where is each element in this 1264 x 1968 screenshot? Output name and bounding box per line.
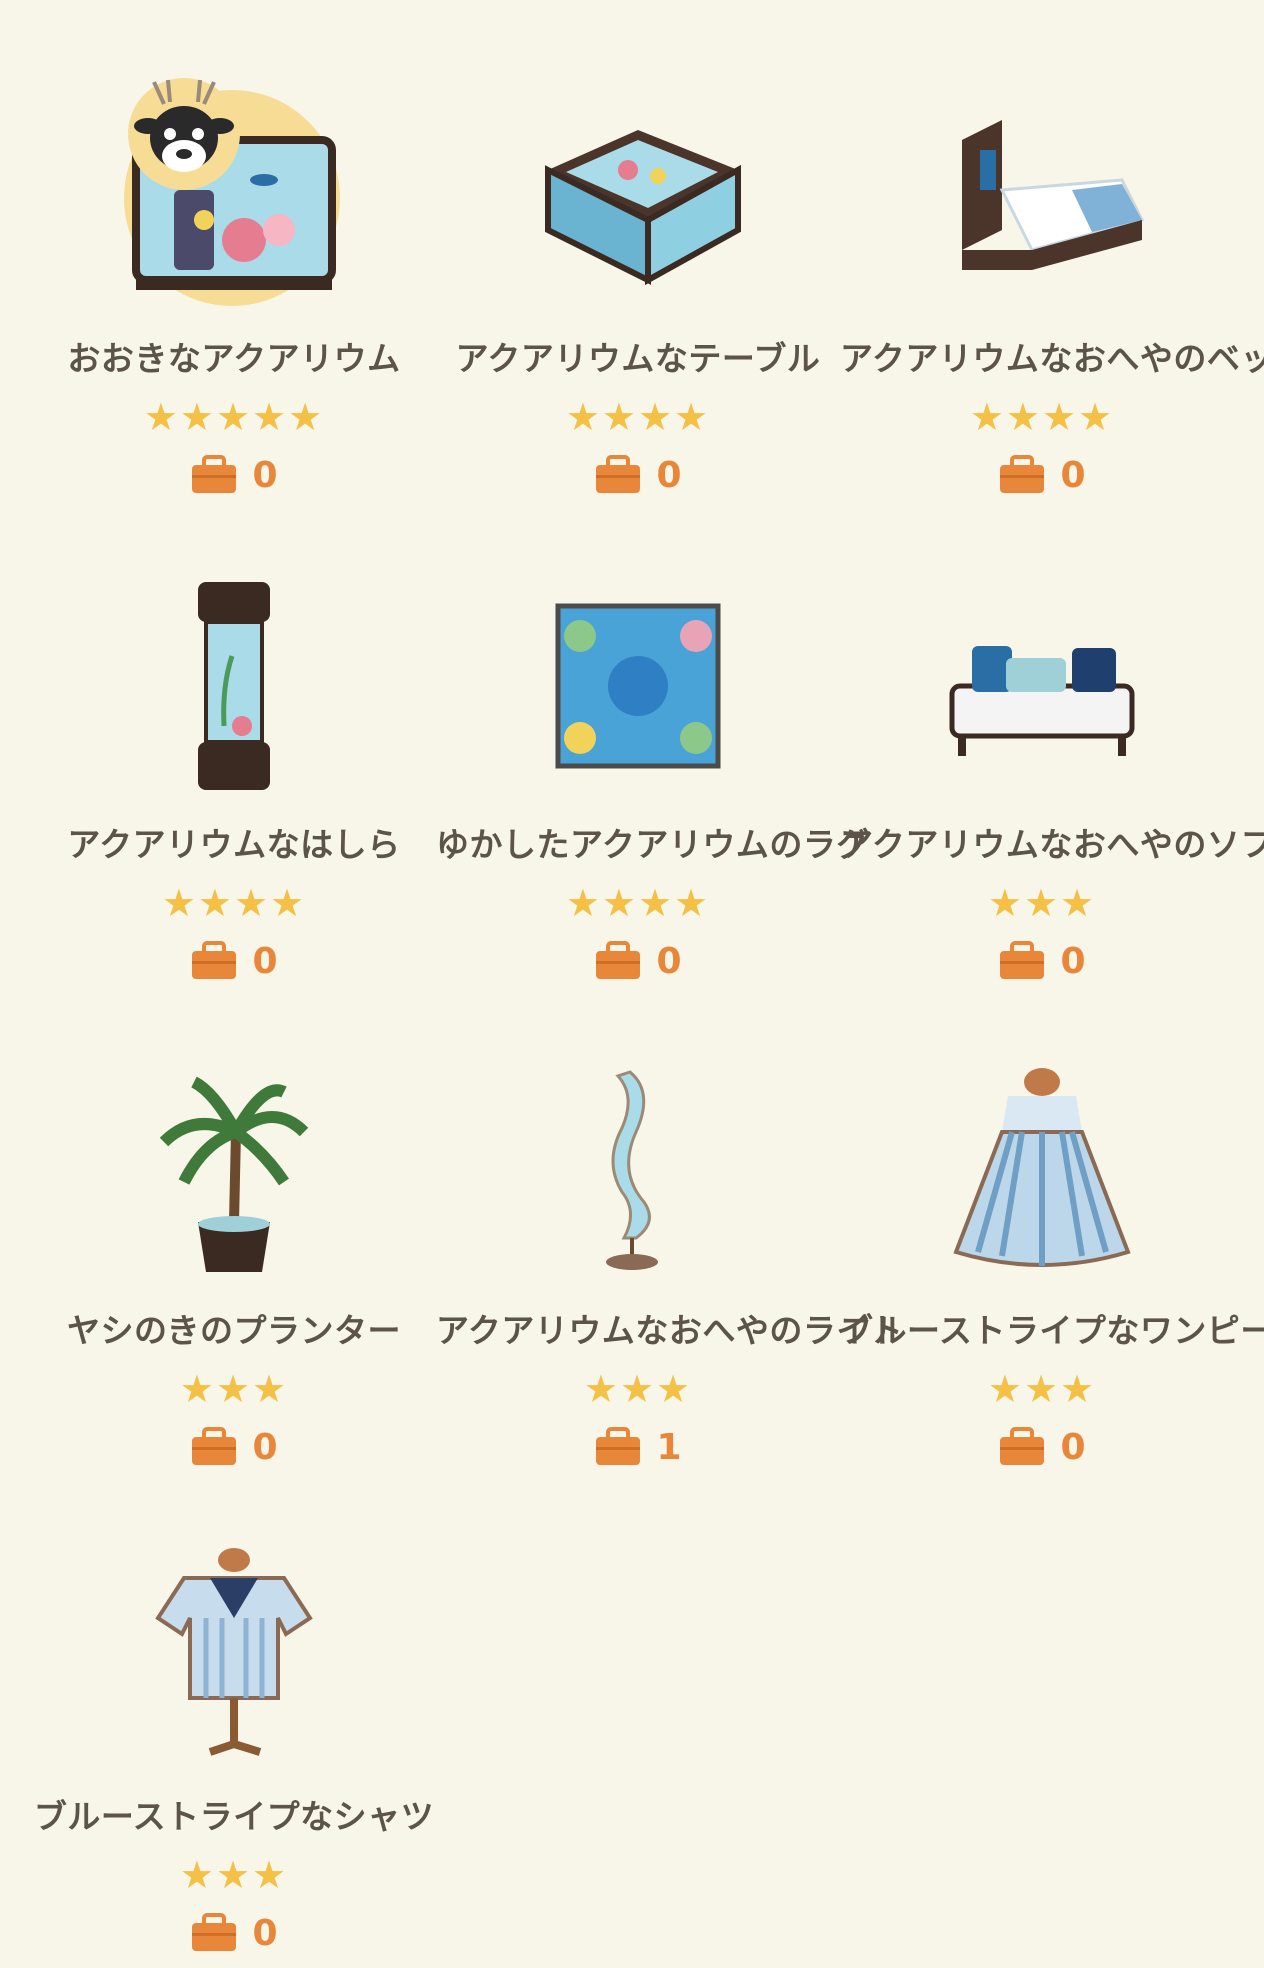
owned-count: 0 (1060, 1426, 1086, 1468)
star-rating: ★★★★★ (143, 395, 325, 439)
owned-count-row: 0 (840, 938, 1244, 984)
item-card-aquarium-light[interactable]: アクアリウムなおへやのライト ★★★ 1 (436, 1012, 904, 1482)
item-name: ゆかしたアクアリウムのラグ (436, 825, 870, 864)
item-name: おおきなアクアリウム (67, 339, 401, 378)
aquarium-table-icon (518, 80, 758, 320)
owned-count: 0 (252, 1912, 278, 1954)
owned-count-row: 1 (436, 1424, 840, 1470)
owned-count-row: 0 (436, 452, 840, 498)
star-rating: ★★★★ (565, 881, 711, 925)
star-rating: ★★★ (583, 1367, 693, 1411)
item-name: ブルーストライプなワンピース (840, 1311, 1264, 1350)
star-rating: ★★★★ (969, 395, 1115, 439)
star-rating: ★★★★ (161, 881, 307, 925)
item-name: アクアリウムなテーブル (455, 339, 821, 378)
bag-icon (998, 941, 1046, 981)
item-name: アクアリウムなおへやのソファ (840, 825, 1264, 864)
deer-villager-avatar (124, 74, 244, 194)
owned-count: 1 (656, 1426, 682, 1468)
item-name: アクアリウムなおへやのライト (436, 1311, 904, 1350)
star-rating: ★★★ (987, 881, 1097, 925)
bag-icon (998, 455, 1046, 495)
owned-count-row: 0 (32, 452, 436, 498)
owned-count-row: 0 (32, 1910, 436, 1956)
aquarium-sofa-icon (922, 566, 1162, 806)
bag-icon (594, 455, 642, 495)
owned-count: 0 (252, 1426, 278, 1468)
bag-icon (190, 1913, 238, 1953)
item-name: アクアリウムなおへやのベッド (840, 339, 1264, 378)
palm-planter-icon (114, 1052, 354, 1292)
item-name: ヤシのきのプランター (66, 1311, 401, 1350)
aquarium-light-icon (518, 1052, 758, 1292)
owned-count-row: 0 (840, 1424, 1244, 1470)
bag-icon (190, 941, 238, 981)
aquarium-bed-icon (922, 80, 1162, 320)
star-rating: ★★★ (179, 1367, 289, 1411)
item-card-aquarium-sofa[interactable]: アクアリウムなおへやのソファ ★★★ 0 (840, 526, 1264, 996)
item-card-large-aquarium[interactable]: おおきなアクアリウム ★★★★★ 0 (32, 40, 436, 510)
large-aquarium-tank-icon (114, 78, 354, 320)
bag-icon (190, 455, 238, 495)
item-card-aquarium-rug[interactable]: ゆかしたアクアリウムのラグ ★★★★ 0 (436, 526, 870, 996)
aquarium-pillar-icon (114, 566, 354, 806)
bag-icon (190, 1427, 238, 1467)
item-card-striped-shirt[interactable]: ブルーストライプなシャツ ★★★ 0 (32, 1498, 436, 1968)
star-rating: ★★★★ (565, 395, 711, 439)
owned-count-row: 0 (840, 452, 1244, 498)
star-rating: ★★★ (179, 1853, 289, 1897)
item-name: アクアリウムなはしら (67, 825, 401, 864)
striped-dress-icon (922, 1052, 1162, 1292)
item-card-palm-planter[interactable]: ヤシのきのプランター ★★★ 0 (32, 1012, 436, 1482)
item-card-aquarium-table[interactable]: アクアリウムなテーブル ★★★★ 0 (436, 40, 840, 510)
item-card-striped-dress[interactable]: ブルーストライプなワンピース ★★★ 0 (840, 1012, 1264, 1482)
item-card-aquarium-bed[interactable]: アクアリウムなおへやのベッド ★★★★ 0 (840, 40, 1264, 510)
aquarium-rug-icon (518, 566, 758, 806)
bag-icon (594, 1427, 642, 1467)
striped-shirt-icon (114, 1538, 354, 1778)
owned-count: 0 (1060, 454, 1086, 496)
owned-count: 0 (252, 454, 278, 496)
item-card-aquarium-pillar[interactable]: アクアリウムなはしら ★★★★ 0 (32, 526, 436, 996)
item-grid: おおきなアクアリウム ★★★★★ 0 アクアリウムなテーブル ★★★★ 0 アク… (0, 0, 1264, 1954)
owned-count: 0 (1060, 940, 1086, 982)
owned-count: 0 (656, 454, 682, 496)
item-name: ブルーストライプなシャツ (33, 1797, 435, 1836)
owned-count-row: 0 (32, 1424, 436, 1470)
owned-count-row: 0 (32, 938, 436, 984)
bag-icon (594, 941, 642, 981)
bag-icon (998, 1427, 1046, 1467)
owned-count: 0 (656, 940, 682, 982)
star-rating: ★★★ (987, 1367, 1097, 1411)
owned-count-row: 0 (436, 938, 840, 984)
owned-count: 0 (252, 940, 278, 982)
